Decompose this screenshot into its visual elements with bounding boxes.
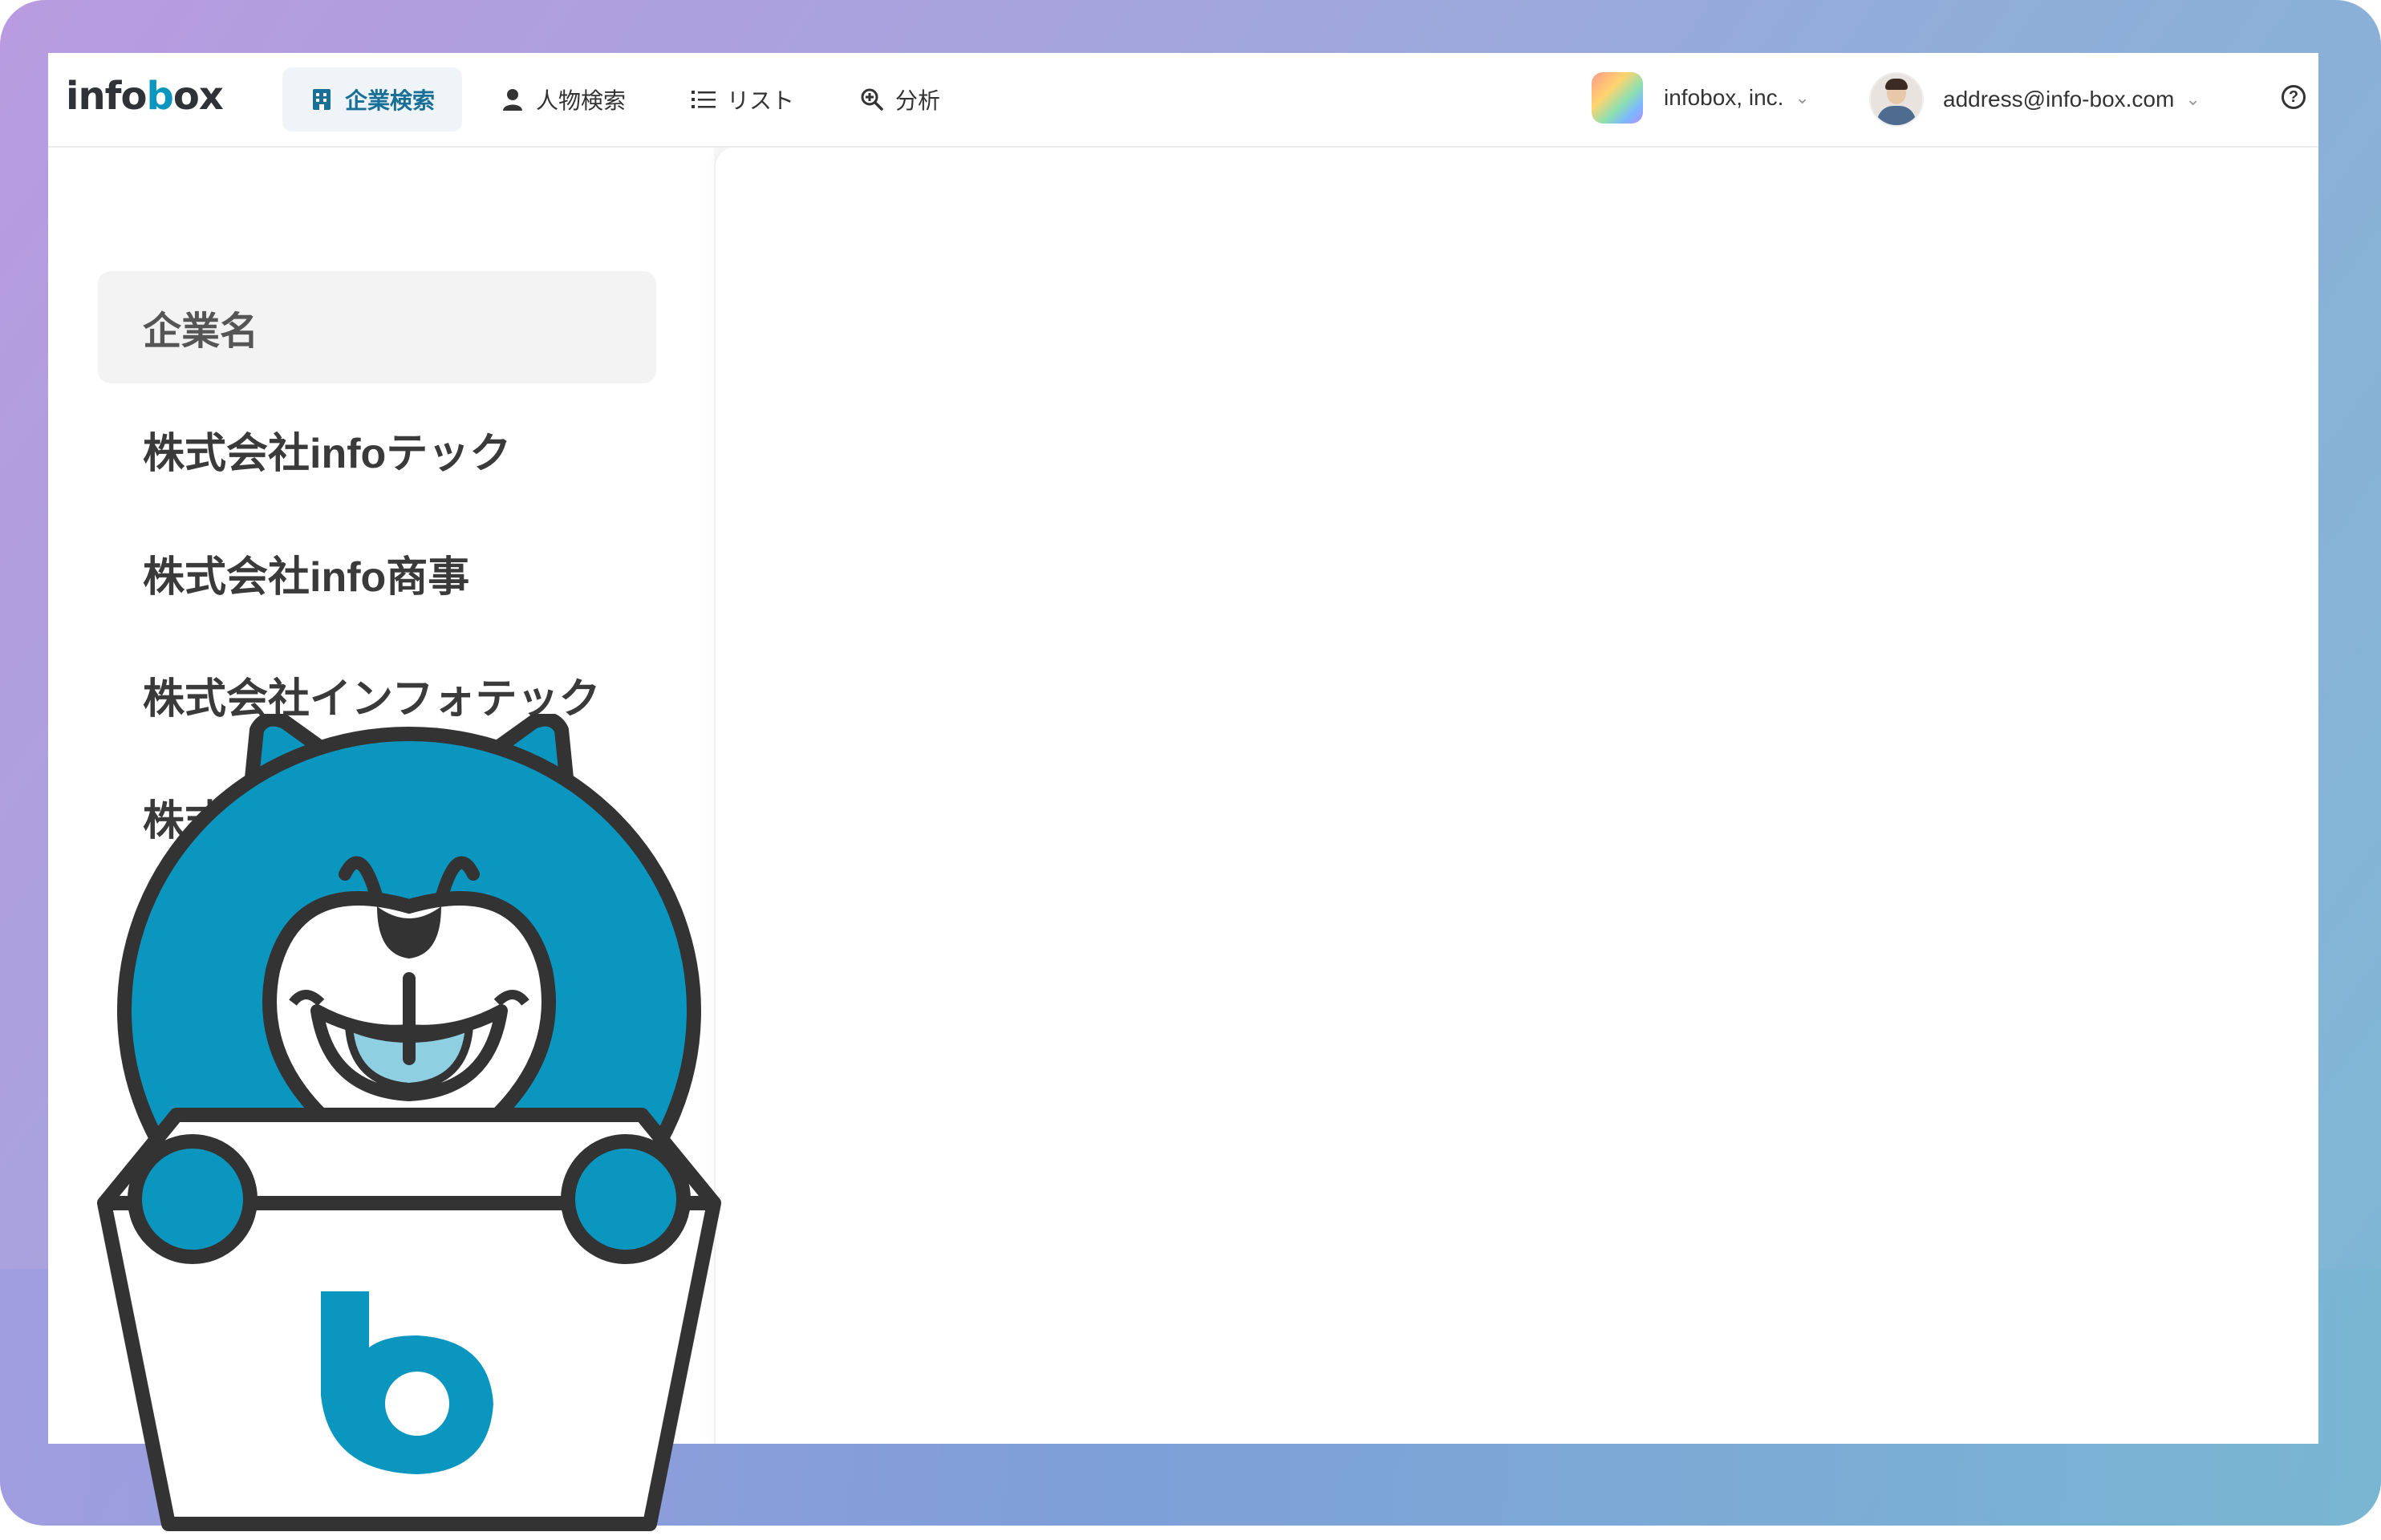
- nav-analysis-label: 分析: [895, 88, 941, 113]
- chevron-down-icon: ⌄: [2185, 89, 2200, 109]
- logo-text-suffix: ox: [172, 74, 224, 119]
- nav-analysis[interactable]: 分析: [833, 67, 967, 132]
- list-item[interactable]: 株式会社info商事: [98, 517, 656, 629]
- nav-person-search-label: 人物検索: [536, 88, 627, 113]
- main-nav: 企業検索 人物検索 リスト 分析: [282, 67, 979, 132]
- chevron-down-icon: ⌄: [1795, 87, 1810, 107]
- help-icon[interactable]: ?: [2282, 85, 2306, 109]
- person-icon: [501, 87, 525, 111]
- list-item[interactable]: 株式会社infoテック: [98, 393, 656, 505]
- organization-name: infobox, inc.: [1664, 85, 1784, 110]
- user-menu[interactable]: address@info-box.com ⌄: [1869, 72, 2200, 127]
- nav-list[interactable]: リスト: [664, 67, 821, 132]
- nav-person-search[interactable]: 人物検索: [473, 67, 653, 132]
- nav-company-search[interactable]: 企業検索: [282, 67, 463, 132]
- avatar: [1869, 72, 1924, 127]
- logo-text-prefix: info: [66, 74, 147, 119]
- infobox-logo[interactable]: infobox: [66, 74, 224, 119]
- nav-company-search-label: 企業検索: [345, 88, 436, 113]
- building-icon: [310, 87, 334, 111]
- logo-text-accent: b: [146, 74, 173, 119]
- list-icon: [692, 87, 716, 111]
- column-header-company-name: 企業名: [98, 271, 656, 383]
- analysis-search-icon: [860, 87, 884, 111]
- nav-list-label: リスト: [727, 88, 795, 113]
- organization-avatar: [1592, 72, 1643, 124]
- top-navigation-bar: infobox 企業検索 人物検索 リスト 分析 infobox, inc. ⌄…: [48, 53, 2318, 148]
- main-content-panel: [714, 148, 2318, 1444]
- mascot-illustration: [97, 714, 721, 1531]
- organization-switcher[interactable]: infobox, inc. ⌄: [1592, 72, 1810, 124]
- user-email: address@info-box.com: [1943, 87, 2175, 111]
